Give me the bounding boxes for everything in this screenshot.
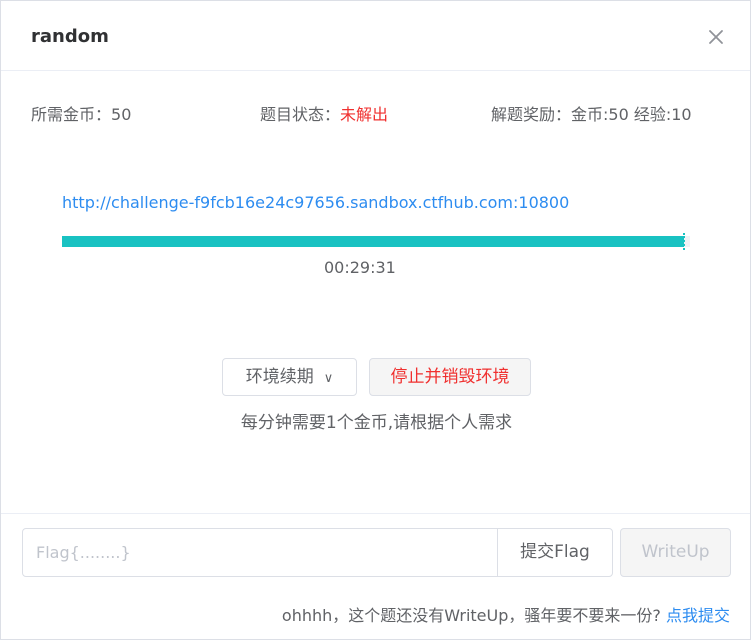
reward-value: 金币:50 经验:10 (571, 105, 692, 124)
status-info: 题目状态：未解出 (260, 104, 388, 126)
chevron-down-icon: ∨ (323, 371, 334, 386)
remaining-time: 00:29:31 (324, 258, 396, 277)
time-progress-fill (62, 236, 684, 247)
dialog-header: random (1, 1, 750, 71)
reward-label: 解题奖励： (491, 105, 572, 124)
writeup-note: ohhhh，这个题还没有WriteUp，骚年要不要来一份? 点我提交 (282, 605, 730, 627)
cost-info: 所需金币：50 (31, 104, 131, 126)
stop-destroy-button[interactable]: 停止并销毁环境 (369, 358, 531, 396)
cost-label: 所需金币： (31, 105, 112, 124)
cost-value: 50 (111, 105, 132, 124)
renew-dropdown-button[interactable]: 环境续期 ∨ (222, 358, 357, 396)
renew-label: 环境续期 (245, 367, 314, 387)
reward-info: 解题奖励：金币:50 经验:10 (491, 104, 692, 126)
status-badge: 未解出 (340, 105, 389, 124)
flag-input[interactable] (22, 528, 498, 577)
dialog-title: random (31, 26, 109, 47)
status-label: 题目状态： (260, 105, 341, 124)
progress-handle (683, 233, 687, 250)
challenge-dialog: random 所需金币：50 题目状态：未解出 解题奖励：金币:50 经验:10… (0, 0, 751, 640)
time-progress-bar (62, 233, 690, 250)
cost-note: 每分钟需要1个金币,请根据个人需求 (240, 413, 513, 433)
divider (1, 513, 750, 514)
challenge-url-link[interactable]: http://challenge-f9fcb16e24c97656.sandbo… (62, 192, 569, 214)
writeup-note-text: ohhhh，这个题还没有WriteUp，骚年要不要来一份? (281, 606, 661, 625)
writeup-button[interactable]: WriteUp (620, 528, 731, 577)
submit-flag-button[interactable]: 提交Flag (497, 528, 613, 577)
close-icon[interactable] (704, 25, 728, 49)
submit-writeup-link[interactable]: 点我提交 (666, 606, 730, 625)
